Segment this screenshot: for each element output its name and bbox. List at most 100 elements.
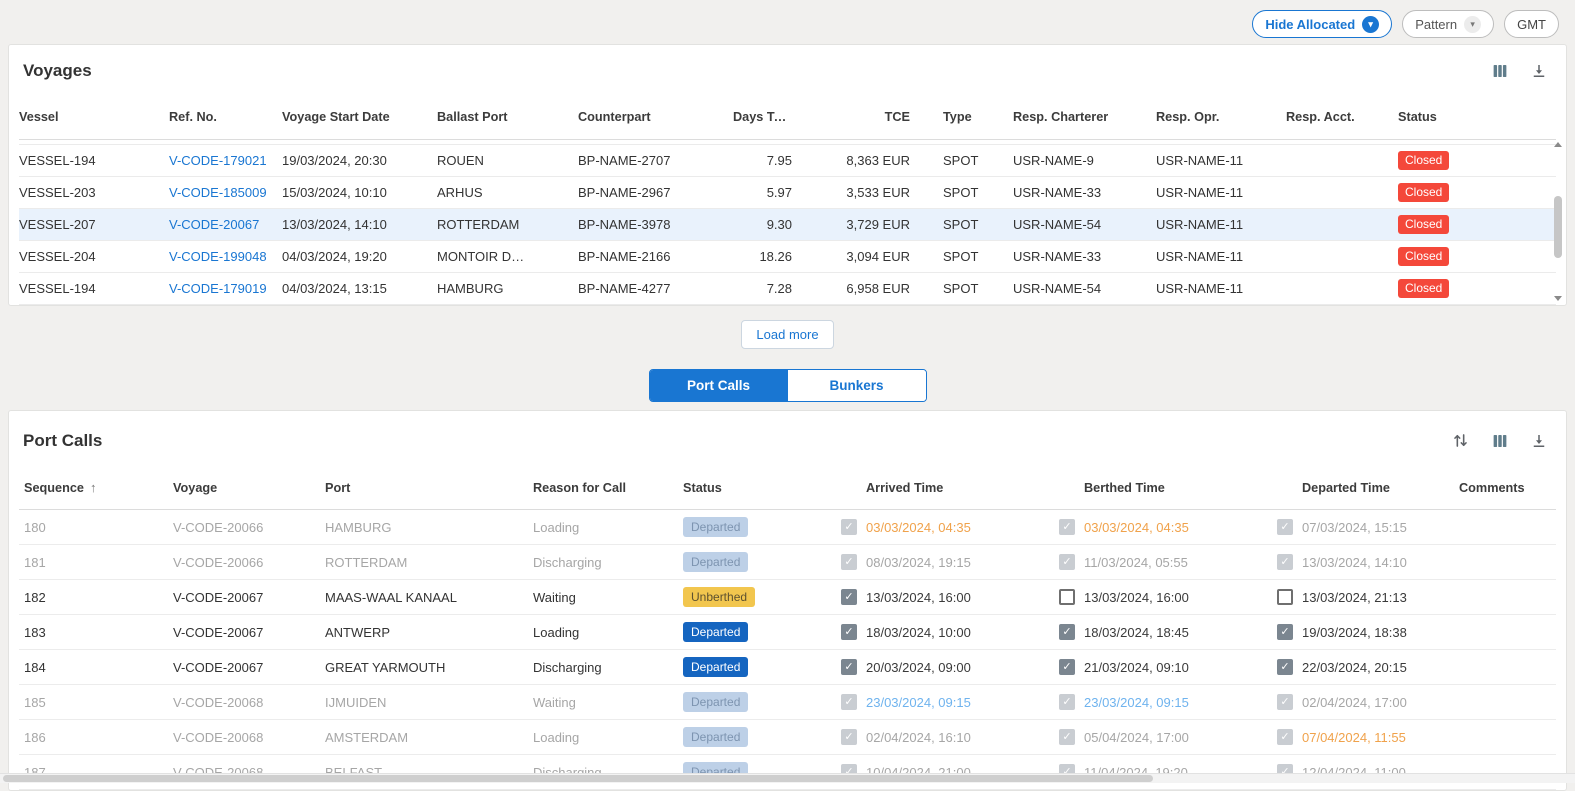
voyage-row[interactable]: VESSEL-203V-CODE-18500915/03/2024, 10:10…	[19, 177, 1556, 209]
berthed-checkbox[interactable]	[1059, 729, 1075, 745]
voyage-row[interactable]: VESSEL-194V-CODE-17901904/03/2024, 13:15…	[19, 273, 1556, 305]
hide-allocated-button[interactable]: Hide Allocated ▾	[1252, 10, 1392, 38]
gmt-button[interactable]: GMT	[1504, 10, 1559, 38]
download-icon[interactable]	[1528, 430, 1550, 452]
scroll-up-icon[interactable]	[1554, 142, 1562, 147]
port-calls-column-header-voyage[interactable]: Voyage	[173, 481, 325, 495]
voyage-cell-resp_charterer: USR-NAME-9	[1013, 153, 1156, 168]
voyage-ref-link[interactable]: V-CODE-185009	[169, 185, 267, 200]
berthed-checkbox[interactable]	[1059, 659, 1075, 675]
port-call-row[interactable]: 183V-CODE-20067ANTWERPLoadingDeparted18/…	[19, 615, 1556, 650]
port-call-cell-port: GREAT YARMOUTH	[325, 660, 533, 675]
port-calls-column-header-sequence[interactable]: Sequence↑	[19, 480, 173, 495]
port-calls-column-header-arrived-time[interactable]: Arrived Time	[841, 481, 1059, 495]
port-calls-title: Port Calls	[23, 431, 102, 451]
departed-checkbox[interactable]	[1277, 659, 1293, 675]
columns-icon[interactable]	[1489, 430, 1511, 452]
berthed-checkbox[interactable]	[1059, 694, 1075, 710]
departed-checkbox[interactable]	[1277, 589, 1293, 605]
voyage-ref-link[interactable]: V-CODE-179019	[169, 281, 267, 296]
arrived-checkbox[interactable]	[841, 694, 857, 710]
port-calls-column-header-comments[interactable]: Comments	[1449, 481, 1556, 495]
berthed-checkbox[interactable]	[1059, 589, 1075, 605]
port-call-row[interactable]: 185V-CODE-20068IJMUIDENWaitingDeparted23…	[19, 685, 1556, 720]
voyages-column-header-resp-charterer[interactable]: Resp. Charterer	[1013, 110, 1156, 124]
port-call-cell-berthed-time: 21/03/2024, 09:10	[1059, 659, 1277, 675]
berthed-checkbox[interactable]	[1059, 554, 1075, 570]
voyages-column-header-ballast-port[interactable]: Ballast Port	[437, 110, 578, 124]
port-call-row[interactable]: 186V-CODE-20068AMSTERDAMLoadingDeparted0…	[19, 720, 1556, 755]
voyage-row[interactable]: VESSEL-204V-CODE-19904804/03/2024, 19:20…	[19, 241, 1556, 273]
arrived-checkbox[interactable]	[841, 554, 857, 570]
arrived-checkbox[interactable]	[841, 519, 857, 535]
departed-checkbox[interactable]	[1277, 519, 1293, 535]
tab-bunkers[interactable]: Bunkers	[788, 370, 926, 401]
voyage-ref-link[interactable]: V-CODE-20067	[169, 217, 259, 232]
arrived-checkbox[interactable]	[841, 589, 857, 605]
port-call-status-badge: Departed	[683, 517, 748, 537]
voyages-column-header-counterpart[interactable]: Counterpart	[578, 110, 733, 124]
departed-checkbox[interactable]	[1277, 554, 1293, 570]
departed-checkbox[interactable]	[1277, 729, 1293, 745]
load-more-button[interactable]: Load more	[741, 320, 833, 349]
berthed-checkbox[interactable]	[1059, 624, 1075, 640]
horizontal-scrollbar[interactable]	[0, 773, 1575, 783]
voyages-column-header-type[interactable]: Type	[926, 110, 1013, 124]
voyages-scrollbar[interactable]	[1552, 142, 1564, 301]
port-call-cell-reason: Loading	[533, 520, 683, 535]
voyage-ref-link[interactable]: V-CODE-179021	[169, 153, 267, 168]
port-call-cell-arrived-time: 20/03/2024, 09:00	[841, 659, 1059, 675]
scroll-down-icon[interactable]	[1554, 296, 1562, 301]
scrollbar-thumb[interactable]	[1554, 196, 1562, 258]
port-call-row[interactable]: 181V-CODE-20066ROTTERDAMDischargingDepar…	[19, 545, 1556, 580]
tab-port-calls[interactable]: Port Calls	[650, 370, 788, 401]
voyages-column-header-tce[interactable]: TCE	[808, 110, 926, 124]
port-call-cell-port: ANTWERP	[325, 625, 533, 640]
voyage-cell-tce: 6,958 EUR	[808, 281, 926, 296]
voyage-status-badge: Closed	[1398, 151, 1449, 169]
port-calls-column-header-berthed-time[interactable]: Berthed Time	[1059, 481, 1277, 495]
port-call-status-badge: Departed	[683, 552, 748, 572]
port-call-row[interactable]: 184V-CODE-20067GREAT YARMOUTHDischarging…	[19, 650, 1556, 685]
pattern-button[interactable]: Pattern ▾	[1402, 10, 1494, 38]
port-call-cell-berthed-time: 18/03/2024, 18:45	[1059, 624, 1277, 640]
voyages-column-header-voyage-start-date[interactable]: Voyage Start Date	[282, 110, 437, 124]
berthed-checkbox[interactable]	[1059, 519, 1075, 535]
port-calls-column-header-port[interactable]: Port	[325, 481, 533, 495]
arrived-checkbox[interactable]	[841, 624, 857, 640]
voyage-cell-ballast: ROUEN	[437, 153, 578, 168]
voyage-cell-type: SPOT	[926, 281, 1013, 296]
voyages-column-header-status[interactable]: Status	[1398, 110, 1556, 124]
voyages-header-row: VesselRef. No.Voyage Start DateBallast P…	[19, 94, 1556, 140]
scrollbar-thumb[interactable]	[3, 775, 1153, 782]
arrived-checkbox[interactable]	[841, 659, 857, 675]
arrived-checkbox[interactable]	[841, 729, 857, 745]
port-call-cell-departed-time: 13/03/2024, 21:13	[1277, 589, 1449, 605]
voyages-column-header-vessel[interactable]: Vessel	[19, 110, 169, 124]
departed-checkbox[interactable]	[1277, 624, 1293, 640]
port-calls-column-header-departed-time[interactable]: Departed Time	[1277, 481, 1449, 495]
port-calls-column-header-reason-for-call[interactable]: Reason for Call	[533, 481, 683, 495]
voyages-column-header-resp-opr[interactable]: Resp. Opr.	[1156, 110, 1286, 124]
port-call-row[interactable]: 180V-CODE-20066HAMBURGLoadingDeparted03/…	[19, 510, 1556, 545]
voyage-row[interactable]: VESSEL-207V-CODE-2006713/03/2024, 14:10R…	[19, 209, 1556, 241]
departed-checkbox[interactable]	[1277, 694, 1293, 710]
departed-time-text: 02/04/2024, 17:00	[1302, 695, 1407, 710]
port-calls-actions	[1449, 429, 1550, 452]
voyage-cell-start: 15/03/2024, 10:10	[282, 185, 437, 200]
berthed-time-text: 13/03/2024, 16:00	[1084, 590, 1189, 605]
arrived-time-text: 23/03/2024, 09:15	[866, 695, 971, 710]
voyages-column-header-resp-acct[interactable]: Resp. Acct.	[1286, 110, 1398, 124]
sort-ascending-icon: ↑	[90, 480, 97, 495]
voyage-row[interactable]: VESSEL-194V-CODE-17902119/03/2024, 20:30…	[19, 145, 1556, 177]
voyages-column-header-days-total[interactable]: Days Total	[733, 110, 808, 124]
port-call-cell-sequence: 180	[19, 520, 173, 535]
download-icon[interactable]	[1528, 60, 1550, 82]
port-call-row[interactable]: 182V-CODE-20067MAAS-WAAL KANAALWaitingUn…	[19, 580, 1556, 615]
sort-icon[interactable]	[1449, 429, 1472, 452]
voyage-ref-link[interactable]: V-CODE-199048	[169, 249, 267, 264]
voyages-column-header-ref-no[interactable]: Ref. No.	[169, 110, 282, 124]
port-calls-column-header-status[interactable]: Status	[683, 481, 841, 495]
port-call-cell-berthed-time: 11/03/2024, 05:55	[1059, 554, 1277, 570]
columns-icon[interactable]	[1489, 60, 1511, 82]
